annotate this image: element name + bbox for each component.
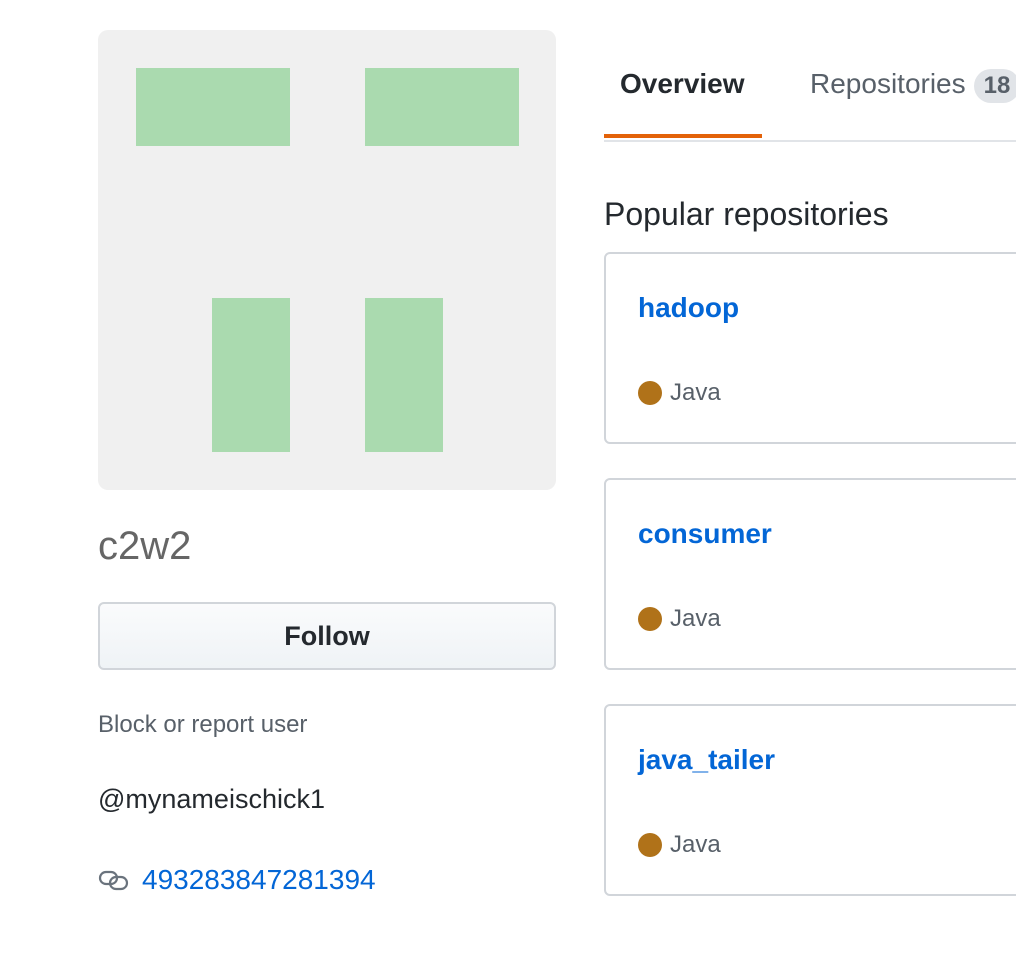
repositories-count-badge: 18 xyxy=(973,69,1016,103)
section-title: Popular repositories xyxy=(604,196,889,232)
repo-name-link[interactable]: java_tailer xyxy=(638,742,775,778)
repo-card: hadoop Java xyxy=(604,252,1016,444)
identicon-block xyxy=(365,298,443,452)
follow-button[interactable]: Follow xyxy=(98,602,556,670)
repo-language: Java xyxy=(638,830,721,860)
repo-card: consumer Java xyxy=(604,478,1016,670)
repo-language: Java xyxy=(638,604,721,634)
profile-username: @mynameischick1 xyxy=(98,784,325,814)
repo-name-link[interactable]: hadoop xyxy=(638,290,739,326)
avatar[interactable] xyxy=(98,30,556,490)
repo-language-label: Java xyxy=(670,379,721,406)
block-report-link[interactable]: Block or report user xyxy=(98,710,307,740)
website-link[interactable]: 493283847281394 xyxy=(142,862,376,898)
tab-label: Overview xyxy=(620,68,745,99)
identicon-block xyxy=(365,68,519,146)
profile-tabs: Overview Repositories 18 xyxy=(604,40,1016,142)
language-color-dot xyxy=(638,607,662,631)
selected-tab-indicator xyxy=(604,134,762,138)
tab-repositories[interactable]: Repositories 18 xyxy=(810,66,1016,103)
tab-overview[interactable]: Overview xyxy=(620,66,745,102)
repo-card: java_tailer Java xyxy=(604,704,1016,896)
identicon-block xyxy=(212,298,290,452)
profile-website[interactable]: 493283847281394 xyxy=(98,862,376,898)
profile-display-name: c2w2 xyxy=(98,524,192,568)
repo-language-label: Java xyxy=(670,605,721,632)
profile-page: c2w2 Follow Block or report user @myname… xyxy=(0,0,1016,976)
repo-language-label: Java xyxy=(670,831,721,858)
repo-name-link[interactable]: consumer xyxy=(638,516,772,552)
repo-language: Java xyxy=(638,378,721,408)
link-icon xyxy=(98,868,130,892)
language-color-dot xyxy=(638,381,662,405)
tab-label: Repositories xyxy=(810,68,966,99)
identicon-block xyxy=(136,68,290,146)
language-color-dot xyxy=(638,833,662,857)
